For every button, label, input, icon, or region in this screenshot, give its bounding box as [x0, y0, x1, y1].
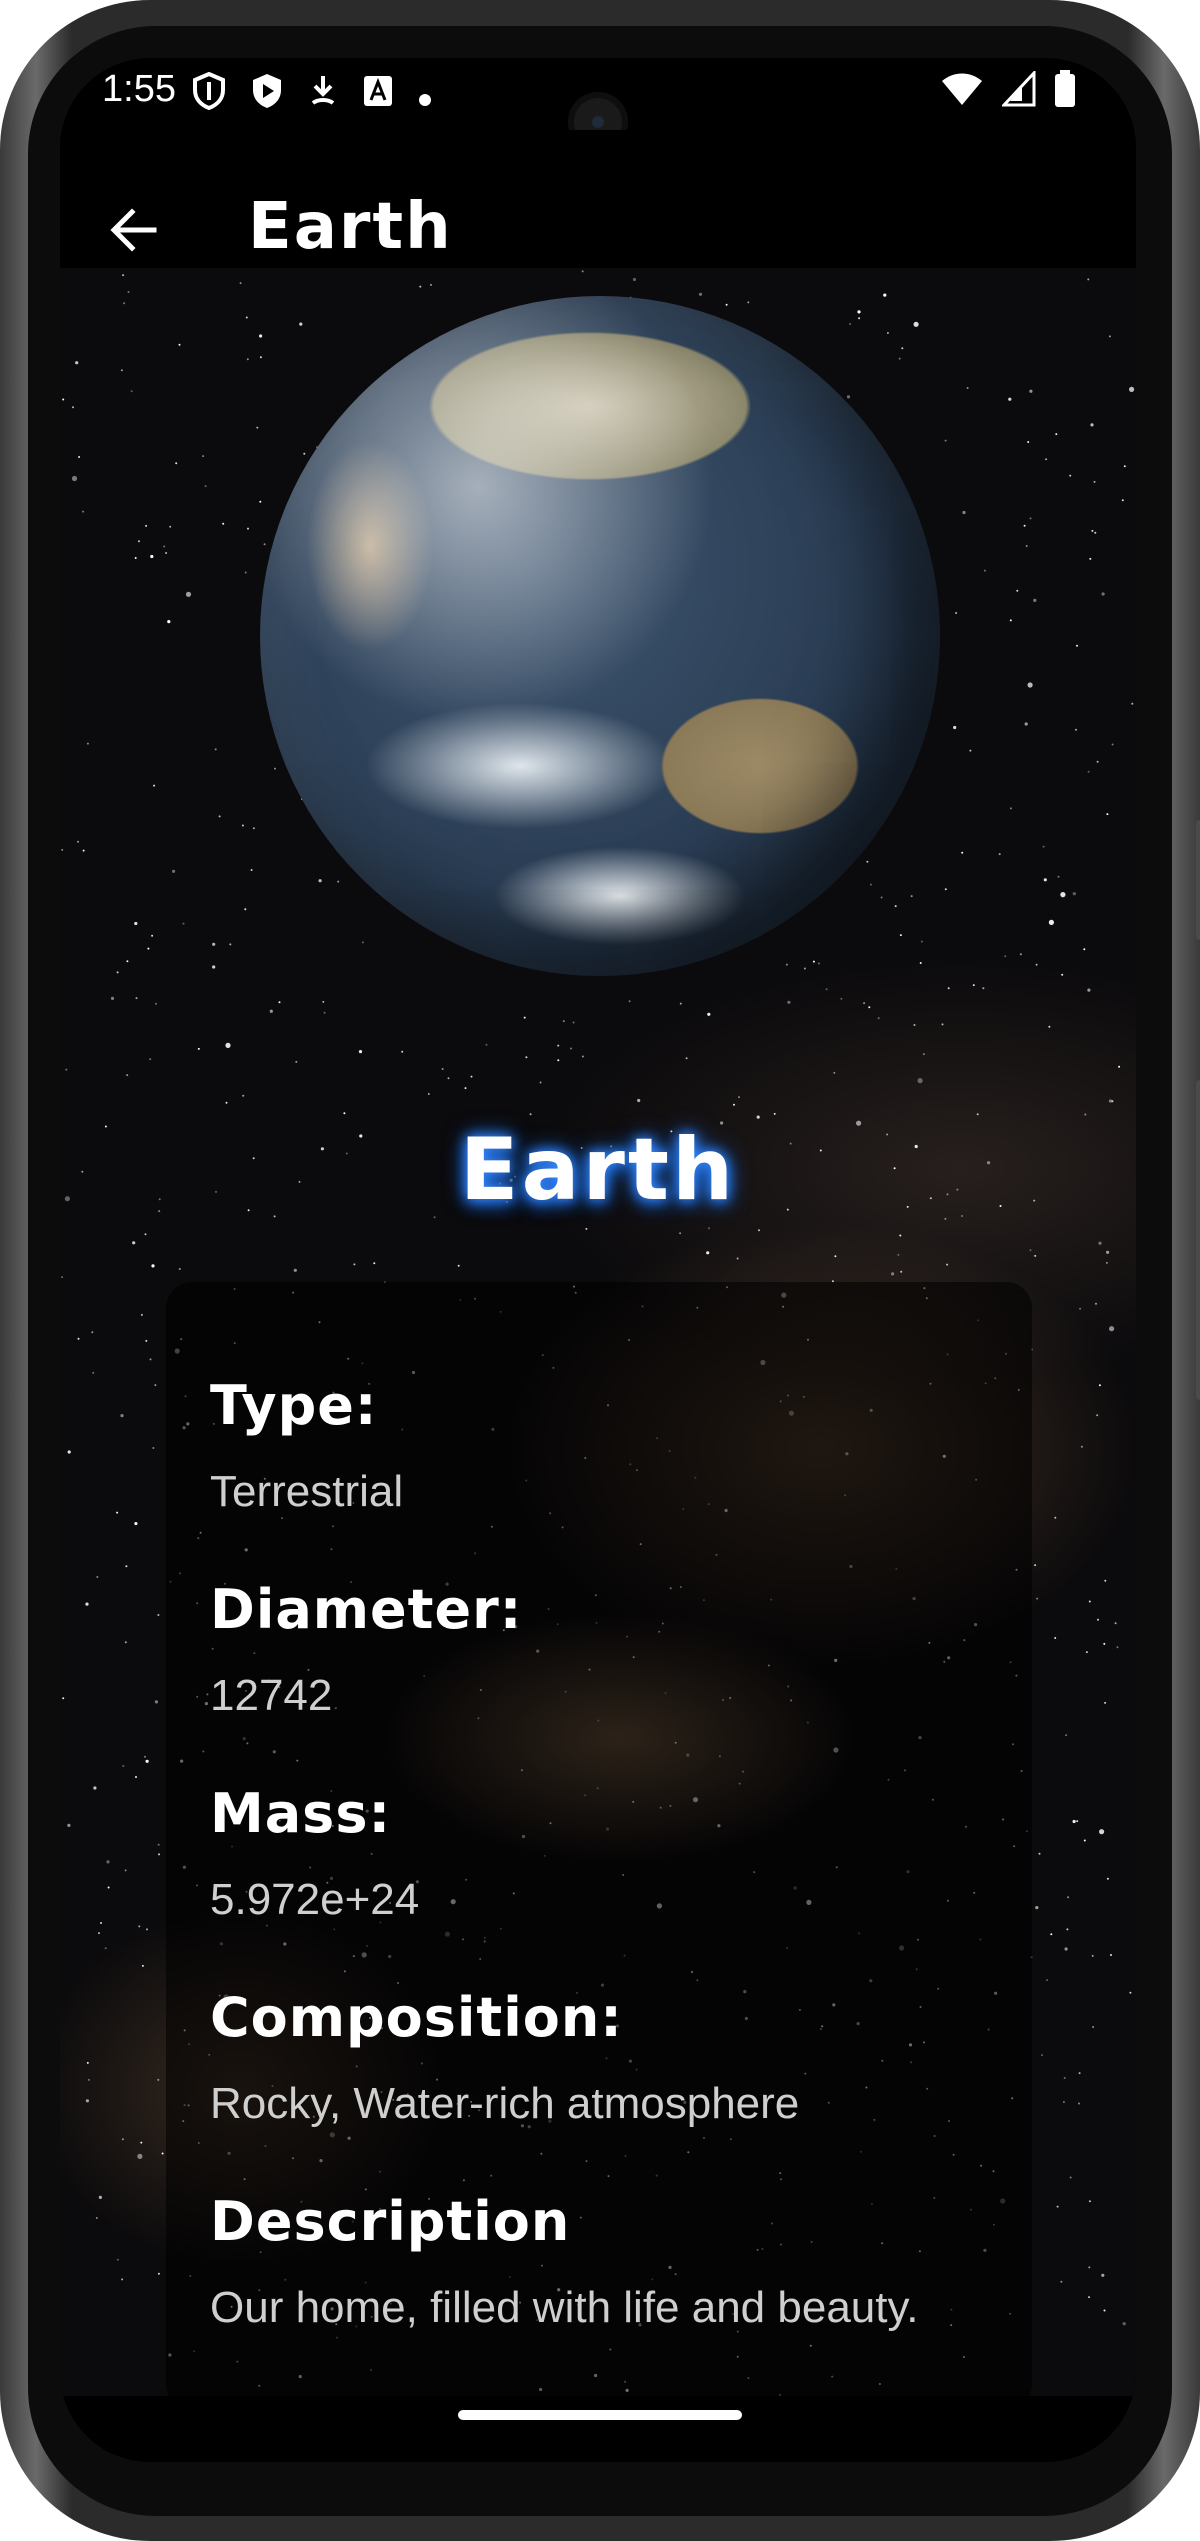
planet-name-heading: Earth [459, 1120, 737, 1220]
gesture-navigation-bar [60, 2396, 1136, 2462]
planet-image [260, 296, 940, 976]
status-notification-icons [192, 71, 432, 119]
status-time: 1:55 [102, 68, 176, 110]
planet-detail-content[interactable]: Earth Type: Terrestrial Diameter: 12742 … [60, 268, 1136, 2396]
battery-icon [1054, 70, 1076, 113]
info-row-type: Type: Terrestrial [210, 1374, 403, 1517]
status-system-icons [940, 69, 1076, 113]
home-indicator[interactable] [458, 2410, 742, 2420]
shield-outline-icon [192, 71, 226, 119]
screen: 1:55 Earth Earth Type: Terrestrial Diame… [60, 58, 1136, 2462]
font-a-icon [362, 74, 394, 117]
info-value: 5.972e+24 [210, 1875, 420, 1924]
info-label: Type: [210, 1374, 378, 1437]
info-label: Description [210, 2190, 571, 2253]
dot-icon [418, 76, 432, 116]
info-value: Rocky, Water-rich atmosphere [210, 2079, 800, 2128]
back-button[interactable] [96, 192, 172, 268]
info-label: Mass: [210, 1782, 392, 1845]
info-label: Composition: [210, 1986, 623, 2049]
info-value: Terrestrial [210, 1467, 404, 1516]
planet-info-card: Type: Terrestrial Diameter: 12742 Mass: … [166, 1282, 1032, 2396]
info-row-diameter: Diameter: 12742 [210, 1578, 522, 1721]
phone-frame: 1:55 Earth Earth Type: Terrestrial Diame… [0, 0, 1200, 2541]
signal-icon [1000, 69, 1036, 112]
wifi-icon [940, 71, 984, 112]
info-label: Diameter: [210, 1578, 523, 1641]
play-protect-icon [250, 72, 284, 119]
arrow-left-icon [110, 208, 157, 252]
info-row-composition: Composition: Rocky, Water-rich atmospher… [210, 1986, 799, 2129]
page-title: Earth [248, 190, 453, 264]
power-button [1196, 820, 1200, 940]
download-icon [308, 73, 338, 118]
volume-button [1196, 1080, 1200, 1400]
info-row-description: Description Our home, filled with life a… [210, 2190, 918, 2333]
info-value: Our home, filled with life and beauty. [210, 2283, 919, 2332]
info-row-mass: Mass: 5.972e+24 [210, 1782, 419, 1925]
info-value: 12742 [210, 1671, 333, 1720]
